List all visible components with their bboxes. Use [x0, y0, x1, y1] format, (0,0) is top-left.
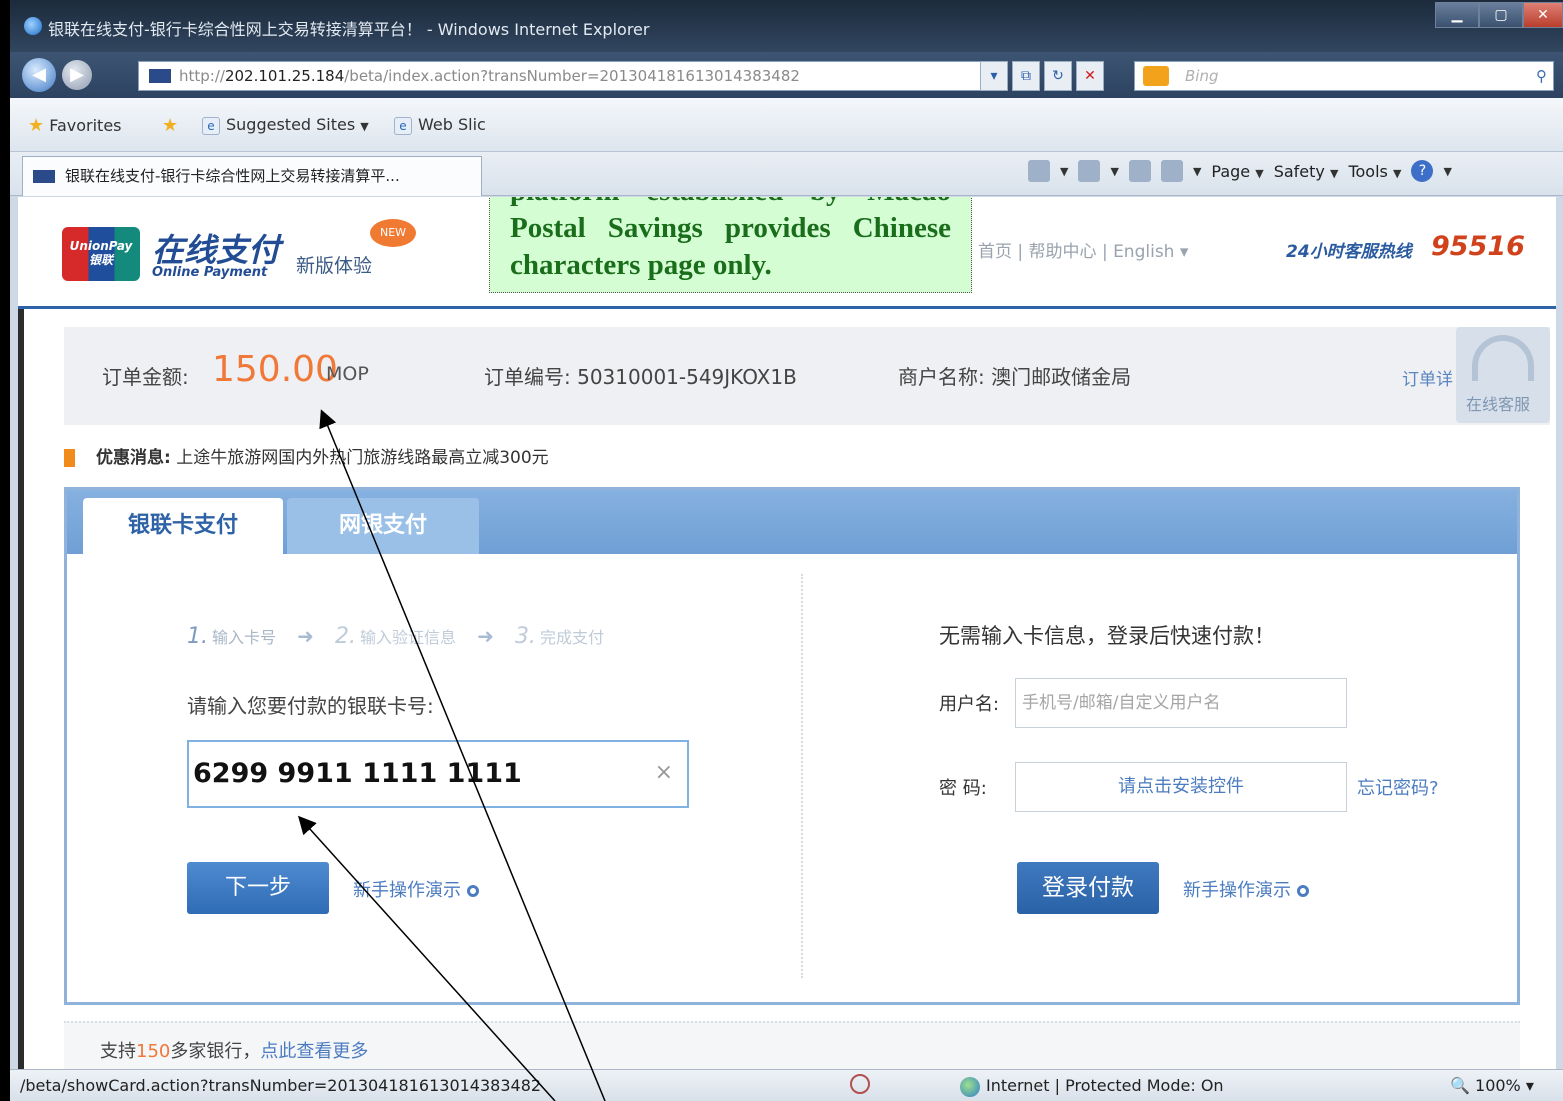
merchant-name: 商户名称: 澳门邮政储金局: [898, 365, 1132, 389]
zoom-level[interactable]: 🔍 100% ▾: [1450, 1076, 1534, 1095]
username-input[interactable]: 手机号/邮箱/自定义用户名: [1015, 678, 1347, 728]
security-icon[interactable]: [850, 1074, 870, 1094]
online-service-button[interactable]: 在线客服: [1456, 327, 1550, 423]
circle-icon: [467, 885, 479, 897]
amount-label: 订单金额:: [102, 365, 189, 389]
web-slice-link[interactable]: e Web Slic: [394, 115, 486, 135]
status-bar: /beta/showCard.action?transNumber=201304…: [10, 1069, 1563, 1101]
close-button[interactable]: ✕: [1523, 2, 1563, 28]
new-badge: NEW: [370, 219, 416, 247]
clear-icon[interactable]: ×: [655, 760, 673, 785]
currency: MOP: [326, 363, 369, 385]
order-number: 订单编号: 50310001-549JKOX1B: [484, 365, 797, 389]
globe-icon: [960, 1076, 980, 1097]
forward-button[interactable]: ▶: [62, 60, 92, 90]
next-step-button[interactable]: 下一步: [187, 862, 329, 914]
tab-row: 银联在线支付-银行卡综合性网上交易转接清算平... ▼ ▼ ▼ Page ▼ S…: [10, 152, 1563, 196]
favorites-button[interactable]: ★ Favorites: [28, 115, 122, 136]
ie-logo-icon: [24, 17, 42, 35]
add-favorite-icon[interactable]: ★: [162, 115, 178, 136]
top-links[interactable]: 首页 | 帮助中心 | English ▾: [978, 237, 1188, 262]
browser-tab[interactable]: 银联在线支付-银行卡综合性网上交易转接清算平...: [22, 156, 482, 196]
dropdown-icon[interactable]: ▾: [980, 61, 1008, 91]
quick-pay-heading: 无需输入卡信息，登录后快速付款！: [939, 624, 1275, 648]
password-label: 密 码:: [939, 778, 987, 799]
help-icon[interactable]: ?: [1411, 160, 1434, 182]
annotation-callout: Electronic on-line payment platform esta…: [489, 197, 972, 293]
headset-icon: [1472, 335, 1534, 381]
security-zone[interactable]: Internet | Protected Mode: On: [960, 1076, 1224, 1097]
command-bar: ▼ ▼ ▼ Page ▼ Safety ▼ Tools ▼ ? ▼: [1028, 160, 1452, 182]
suggested-sites-link[interactable]: e Suggested Sites ▼: [202, 115, 369, 135]
forgot-password-link[interactable]: 忘记密码?: [1357, 774, 1439, 800]
brand-subtitle: Online Payment: [152, 265, 268, 280]
browser-window: 银联在线支付-银行卡综合性网上交易转接清算平台！ - Windows Inter…: [10, 0, 1563, 1101]
site-favicon-icon: [33, 170, 55, 183]
circle-icon: [1297, 885, 1309, 897]
new-version-link[interactable]: 新版体验: [296, 251, 372, 278]
site-favicon-icon: [149, 69, 171, 83]
promo-message: 优惠消息: 上途牛旅游网国内外热门旅游线路最高立减300元: [64, 443, 549, 468]
order-amount: 150.00: [212, 349, 338, 390]
step-indicator: 1. 输入卡号 ➜ 2. 输入验证信息 ➜ 3. 完成支付: [187, 624, 604, 649]
order-detail-link[interactable]: 订单详: [1402, 365, 1453, 390]
ie-page-icon: e: [202, 116, 220, 135]
window-controls: ▁ ▢ ✕: [1435, 2, 1563, 28]
more-banks-link[interactable]: 点此查看更多: [260, 1041, 368, 1062]
mail-icon[interactable]: [1128, 160, 1151, 182]
arrow-right-icon: ➜: [297, 624, 314, 648]
minimize-button[interactable]: ▁: [1435, 2, 1479, 28]
status-url: /beta/showCard.action?transNumber=201304…: [20, 1076, 542, 1095]
login-pay-button[interactable]: 登录付款: [1017, 862, 1159, 914]
page-menu[interactable]: Page ▼: [1211, 162, 1263, 181]
home-icon[interactable]: [1028, 160, 1050, 182]
speaker-icon: [64, 449, 86, 467]
navigation-bar: ◀ ▶ http://202.101.25.184/beta/index.act…: [10, 52, 1563, 98]
demo-link[interactable]: 新手操作演示: [1183, 876, 1309, 902]
search-icon[interactable]: ⚲: [1536, 62, 1547, 90]
bing-logo-icon: [1143, 66, 1169, 86]
card-number-input[interactable]: 6299 9911 1111 1111 ×: [187, 740, 689, 808]
panel-divider: [801, 574, 803, 978]
address-tools: ▾ ⧉ ↻ ✕: [980, 61, 1104, 91]
maximize-button[interactable]: ▢: [1479, 2, 1523, 28]
window-title: 银联在线支付-银行卡综合性网上交易转接清算平台！ - Windows Inter…: [48, 20, 650, 39]
page-left-edge: [18, 197, 24, 1069]
safety-menu[interactable]: Safety ▼: [1274, 162, 1339, 181]
title-bar: 银联在线支付-银行卡综合性网上交易转接清算平台！ - Windows Inter…: [10, 0, 1563, 52]
ie-page-icon: e: [394, 116, 412, 135]
demo-link[interactable]: 新手操作演示: [353, 876, 479, 902]
favorites-bar: ★ Favorites ★ e Suggested Sites ▼ e Web Sl…: [10, 98, 1563, 152]
print-icon[interactable]: [1160, 160, 1183, 182]
payment-panel: 银联卡支付 网银支付 1. 输入卡号 ➜ 2. 输入验证信息 ➜ 3. 完成支付 请输…: [64, 487, 1520, 1005]
order-summary: 订单金额: 150.00 MOP 订单编号: 50310001-549JKOX1…: [64, 327, 1550, 425]
card-prompt: 请输入您要付款的银联卡号:: [187, 694, 434, 718]
refresh-icon[interactable]: ↻: [1044, 61, 1072, 91]
stop-icon[interactable]: ✕: [1076, 61, 1104, 91]
username-label: 用户名:: [939, 694, 1000, 715]
web-page: UnionPay 银联 在线支付 Online Payment 新版体验 NEW…: [18, 197, 1556, 1069]
feeds-icon[interactable]: [1078, 160, 1101, 182]
hotline-label: 24小时客服热线: [1286, 242, 1412, 262]
supported-banks: 支持150多家银行，点此查看更多: [64, 1021, 1520, 1069]
arrow-right-icon: ➜: [477, 624, 494, 648]
compatibility-icon[interactable]: ⧉: [1012, 61, 1040, 91]
tab-unionpay-card[interactable]: 银联卡支付: [83, 498, 283, 554]
search-box[interactable]: Bing ⚲: [1134, 61, 1554, 91]
star-icon: ★: [28, 115, 45, 136]
tools-menu[interactable]: Tools ▼: [1348, 162, 1401, 181]
payment-tabs: 银联卡支付 网银支付: [67, 490, 1517, 554]
unionpay-logo: UnionPay 银联: [62, 227, 140, 281]
address-bar[interactable]: http://202.101.25.184/beta/index.action?…: [138, 61, 1004, 91]
tab-net-banking[interactable]: 网银支付: [287, 498, 479, 554]
back-button[interactable]: ◀: [22, 58, 56, 92]
hotline-number: 95516: [1431, 231, 1525, 262]
password-input[interactable]: 请点击安装控件: [1015, 762, 1347, 812]
